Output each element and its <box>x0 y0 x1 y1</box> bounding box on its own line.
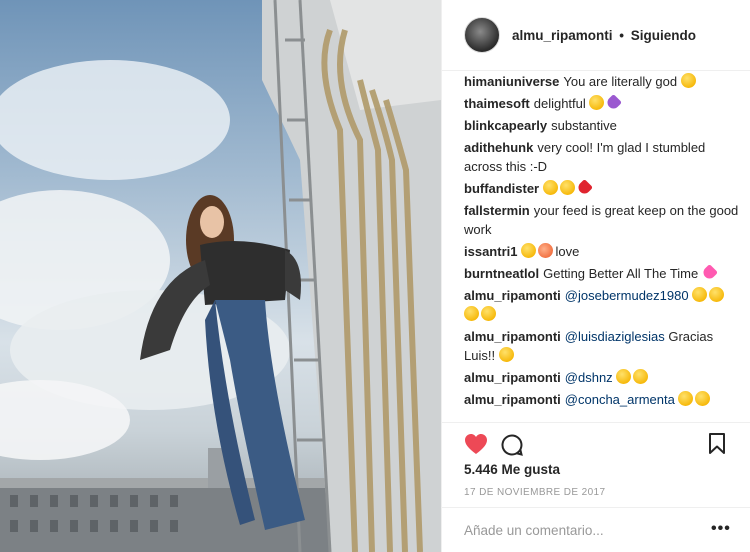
emoji-icon <box>678 391 694 406</box>
emoji-icon <box>616 369 632 384</box>
follow-status-button[interactable]: Siguiendo <box>631 28 696 43</box>
post-photo[interactable] <box>0 0 441 552</box>
comment-item: burntneatlol Getting Better All The Time <box>464 264 742 283</box>
action-bar <box>442 422 750 464</box>
comment-item: fallstermin your feed is great keep on th… <box>464 201 742 239</box>
emoji-icon <box>633 369 649 384</box>
emoji-icon <box>543 180 559 195</box>
more-options-icon[interactable]: ••• <box>711 520 731 538</box>
comment-username[interactable]: adithehunk <box>464 140 533 155</box>
comment-username[interactable]: almu_ripamonti <box>464 370 561 385</box>
emoji-icon <box>692 287 708 302</box>
comment-mention[interactable]: @dshnz <box>565 370 613 385</box>
emoji-icon <box>700 264 718 281</box>
author-username[interactable]: almu_ripamonti <box>512 28 613 43</box>
post-side-panel: almu_ripamonti • Siguiendo himaniunivers… <box>441 0 750 552</box>
emoji-icon <box>589 95 605 110</box>
emoji-icon <box>521 243 537 258</box>
comment-text: delightful <box>533 96 586 111</box>
comment-icon[interactable] <box>500 433 524 462</box>
comments-list: himaniuniverse You are literally god thai… <box>464 72 742 412</box>
comment-username[interactable]: thaimesoft <box>464 96 530 111</box>
comment-mention[interactable]: @josebermudez1980 <box>565 288 689 303</box>
comment-item: thaimesoft delightful <box>464 94 742 113</box>
header-text: almu_ripamonti • Siguiendo <box>512 28 696 43</box>
comment-item: almu_ripamonti @dshnz <box>464 368 742 387</box>
emoji-icon <box>560 180 576 195</box>
comment-item: almu_ripamonti @concha_armenta <box>464 390 742 409</box>
comment-username[interactable]: buffandister <box>464 181 539 196</box>
comment-mention[interactable]: @luisdiaziglesias <box>565 329 665 344</box>
comment-item: buffandister <box>464 179 742 198</box>
comment-username[interactable]: burntneatlol <box>464 266 539 281</box>
likes-count[interactable]: 5.446 Me gusta <box>464 462 560 477</box>
comment-item: almu_ripamonti @luisdiaziglesias Gracias … <box>464 327 742 365</box>
emoji-icon <box>498 347 514 362</box>
comment-username[interactable]: issantri1 <box>464 244 517 259</box>
comment-username[interactable]: himaniuniverse <box>464 74 559 89</box>
post-header: almu_ripamonti • Siguiendo <box>442 0 750 71</box>
post-date: 17 DE NOVIEMBRE DE 2017 <box>464 487 606 498</box>
comment-text: Getting Better All The Time <box>543 266 699 281</box>
comment-item: blinkcapearly substantive <box>464 116 742 135</box>
emoji-icon <box>481 306 496 321</box>
comment-item: adithehunk very cool! I'm glad I stumbled… <box>464 138 742 176</box>
emoji-icon <box>695 391 711 406</box>
heart-icon[interactable] <box>464 433 488 460</box>
emoji-icon <box>680 73 696 88</box>
comment-username[interactable]: almu_ripamonti <box>464 392 561 407</box>
emoji-icon <box>538 243 554 258</box>
emoji-icon <box>464 306 479 321</box>
avatar[interactable] <box>464 17 500 53</box>
comment-mention[interactable]: @concha_armenta <box>565 392 675 407</box>
header-separator: • <box>619 27 625 43</box>
comment-username[interactable]: almu_ripamonti <box>464 329 561 344</box>
comment-item: issantri1 love <box>464 242 742 261</box>
emoji-icon <box>605 94 623 111</box>
comment-text: love <box>555 244 580 259</box>
bookmark-icon[interactable] <box>708 433 726 460</box>
comment-item: himaniuniverse You are literally god <box>464 72 742 91</box>
emoji-icon <box>709 287 725 302</box>
comment-input[interactable] <box>464 520 704 540</box>
comment-text: substantive <box>551 118 617 133</box>
comment-username[interactable]: fallstermin <box>464 203 530 218</box>
comment-text: You are literally god <box>563 74 678 89</box>
emoji-icon <box>576 179 594 196</box>
comment-username[interactable]: almu_ripamonti <box>464 288 561 303</box>
add-comment-bar: ••• <box>442 507 750 552</box>
comment-item: almu_ripamonti @josebermudez1980 <box>464 286 742 324</box>
comment-username[interactable]: blinkcapearly <box>464 118 547 133</box>
photo-illustration <box>0 0 441 552</box>
